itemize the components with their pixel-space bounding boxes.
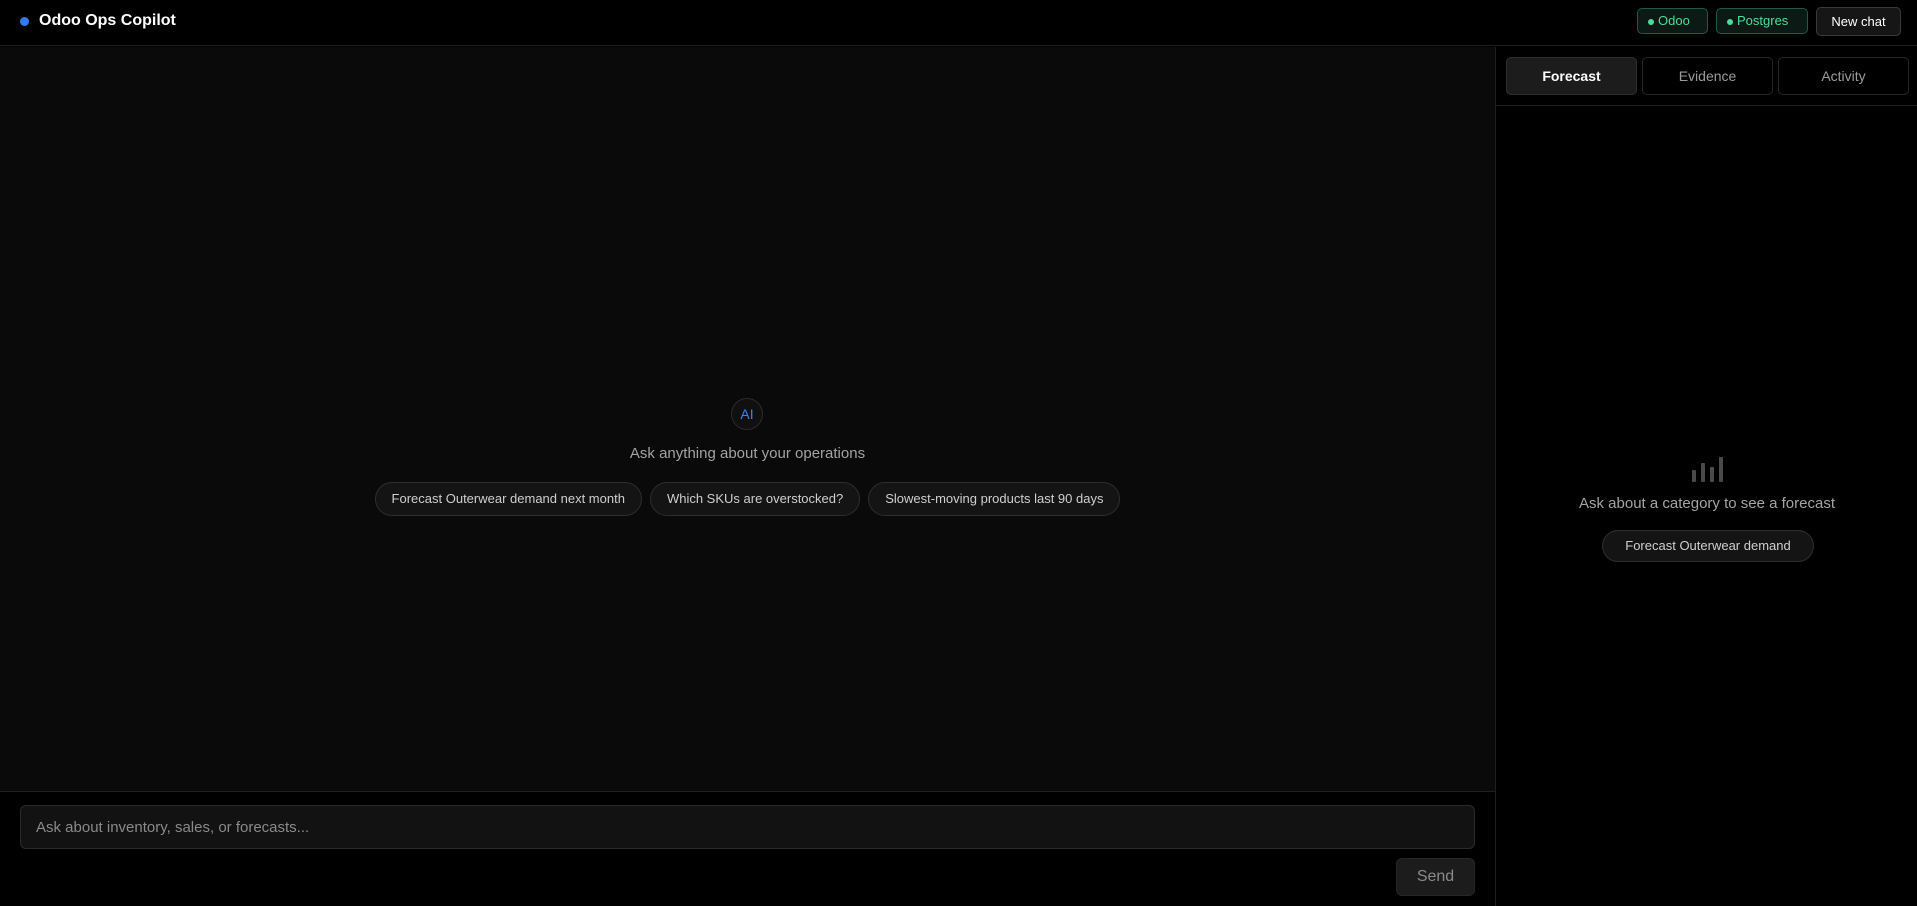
tab-evidence[interactable]: Evidence — [1642, 57, 1773, 95]
app-title: Odoo Ops Copilot — [39, 12, 176, 29]
new-chat-button[interactable]: New chat — [1816, 7, 1901, 36]
brand-dot-icon — [20, 17, 29, 26]
chat-input[interactable] — [20, 805, 1475, 849]
side-panel: Forecast Evidence Activity Ask about a c… — [1495, 47, 1917, 906]
suggestion-chip-slowest[interactable]: Slowest-moving products last 90 days — [868, 482, 1121, 516]
welcome-message: Ask anything about your operations — [629, 445, 866, 462]
send-button[interactable]: Send — [1396, 858, 1475, 896]
status-badge-postgres: Postgres — [1716, 8, 1808, 34]
suggestion-chip-forecast[interactable]: Forecast Outerwear demand next month — [374, 482, 642, 516]
tab-activity[interactable]: Activity — [1778, 57, 1909, 95]
tab-forecast[interactable]: Forecast — [1506, 57, 1637, 95]
suggestion-list: Forecast Outerwear demand next month Whi… — [0, 482, 1495, 516]
side-tabs: Forecast Evidence Activity — [1506, 57, 1909, 95]
composer: Send — [0, 792, 1495, 906]
app-window: Odoo Ops Copilot Odoo Postgres New chat … — [0, 0, 1917, 906]
top-bar: Odoo Ops Copilot Odoo Postgres New chat — [0, 0, 1917, 46]
status-badge-label: Postgres — [1737, 13, 1789, 28]
chat-panel: AI Ask anything about your operations Fo… — [0, 47, 1495, 791]
forecast-suggestion-chip[interactable]: Forecast Outerwear demand — [1602, 530, 1814, 562]
status-dot-icon — [1727, 19, 1733, 25]
ai-avatar: AI — [731, 398, 763, 430]
status-badge-label: Odoo — [1658, 13, 1690, 28]
side-divider — [1496, 105, 1917, 106]
forecast-empty-message: Ask about a category to see a forecast — [1579, 495, 1835, 512]
status-badge-odoo: Odoo — [1637, 8, 1708, 34]
suggestion-chip-overstocked[interactable]: Which SKUs are overstocked? — [649, 482, 861, 516]
bar-chart-icon — [1692, 457, 1723, 482]
status-dot-icon — [1648, 19, 1654, 25]
